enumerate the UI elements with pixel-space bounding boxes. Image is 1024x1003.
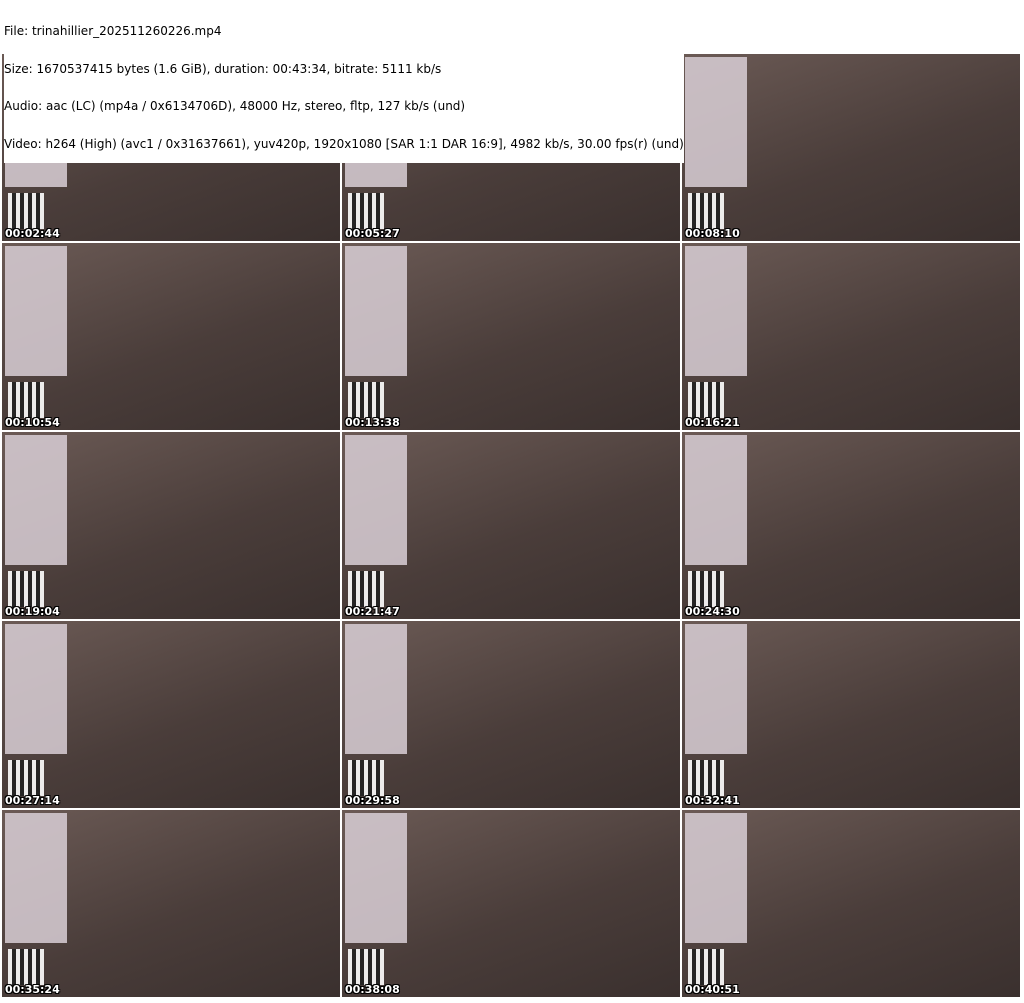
timestamp: 00:32:41 xyxy=(685,794,740,807)
timestamp: 00:21:47 xyxy=(345,605,400,618)
thumbnail-frame: 00:10:54 xyxy=(2,243,340,430)
timestamp: 00:35:24 xyxy=(5,983,60,996)
timestamp: 00:24:30 xyxy=(685,605,740,618)
qr-code-icon xyxy=(688,949,724,985)
thumbnail-frame: 00:24:30 xyxy=(682,432,1020,619)
timestamp: 00:16:21 xyxy=(685,416,740,429)
thumbnail-frame: 00:08:10 xyxy=(682,54,1020,241)
thumbnail-frame: 00:16:21 xyxy=(682,243,1020,430)
qr-code-icon xyxy=(688,382,724,418)
overlay-panel xyxy=(685,813,747,943)
timestamp: 00:08:10 xyxy=(685,227,740,240)
thumbnail-frame: 00:32:41 xyxy=(682,621,1020,808)
file-size: Size: 1670537415 bytes (1.6 GiB), durati… xyxy=(4,61,442,76)
thumbnail-frame: 00:13:38 xyxy=(342,243,680,430)
qr-code-icon xyxy=(348,760,384,796)
qr-code-icon xyxy=(688,193,724,229)
thumbnail-frame: 00:21:47 xyxy=(342,432,680,619)
overlay-panel xyxy=(685,246,747,376)
qr-code-icon xyxy=(8,571,44,607)
qr-code-icon xyxy=(8,382,44,418)
overlay-panel xyxy=(345,246,407,376)
timestamp: 00:10:54 xyxy=(5,416,60,429)
timestamp: 00:19:04 xyxy=(5,605,60,618)
qr-code-icon xyxy=(688,760,724,796)
thumbnail-frame: 00:40:51 xyxy=(682,810,1020,997)
thumbnail-frame: 00:19:04 xyxy=(2,432,340,619)
overlay-panel xyxy=(5,246,67,376)
timestamp: 00:05:27 xyxy=(345,227,400,240)
overlay-panel xyxy=(5,624,67,754)
qr-code-icon xyxy=(348,382,384,418)
qr-code-icon xyxy=(348,571,384,607)
qr-code-icon xyxy=(348,949,384,985)
thumbnail-frame: 00:27:14 xyxy=(2,621,340,808)
overlay-panel xyxy=(345,435,407,565)
overlay-panel xyxy=(5,813,67,943)
qr-code-icon xyxy=(8,760,44,796)
overlay-panel xyxy=(685,57,747,187)
qr-code-icon xyxy=(8,193,44,229)
overlay-panel xyxy=(345,624,407,754)
timestamp: 00:13:38 xyxy=(345,416,400,429)
timestamp: 00:27:14 xyxy=(5,794,60,807)
overlay-panel xyxy=(345,813,407,943)
overlay-panel xyxy=(685,435,747,565)
thumbnail-frame: 00:38:08 xyxy=(342,810,680,997)
qr-code-icon xyxy=(8,949,44,985)
overlay-panel xyxy=(5,435,67,565)
overlay-panel xyxy=(685,624,747,754)
thumbnail-frame: 00:35:24 xyxy=(2,810,340,997)
qr-code-icon xyxy=(348,193,384,229)
timestamp: 00:02:44 xyxy=(5,227,60,240)
timestamp: 00:38:08 xyxy=(345,983,400,996)
qr-code-icon xyxy=(688,571,724,607)
timestamp: 00:40:51 xyxy=(685,983,740,996)
video-info: Video: h264 (High) (avc1 / 0x31637661), … xyxy=(4,136,684,151)
audio-info: Audio: aac (LC) (mp4a / 0x6134706D), 480… xyxy=(4,99,466,113)
thumbnail-frame: 00:29:58 xyxy=(342,621,680,808)
file-name: File: trinahillier_202511260226.mp4 xyxy=(4,24,222,38)
timestamp: 00:29:58 xyxy=(345,794,400,807)
file-info-header: File: trinahillier_202511260226.mp4 Size… xyxy=(4,0,684,163)
thumbnail-grid: 00:02:44 00:05:27 00:08:10 00:10:54 00:13:38… xyxy=(2,54,1020,997)
